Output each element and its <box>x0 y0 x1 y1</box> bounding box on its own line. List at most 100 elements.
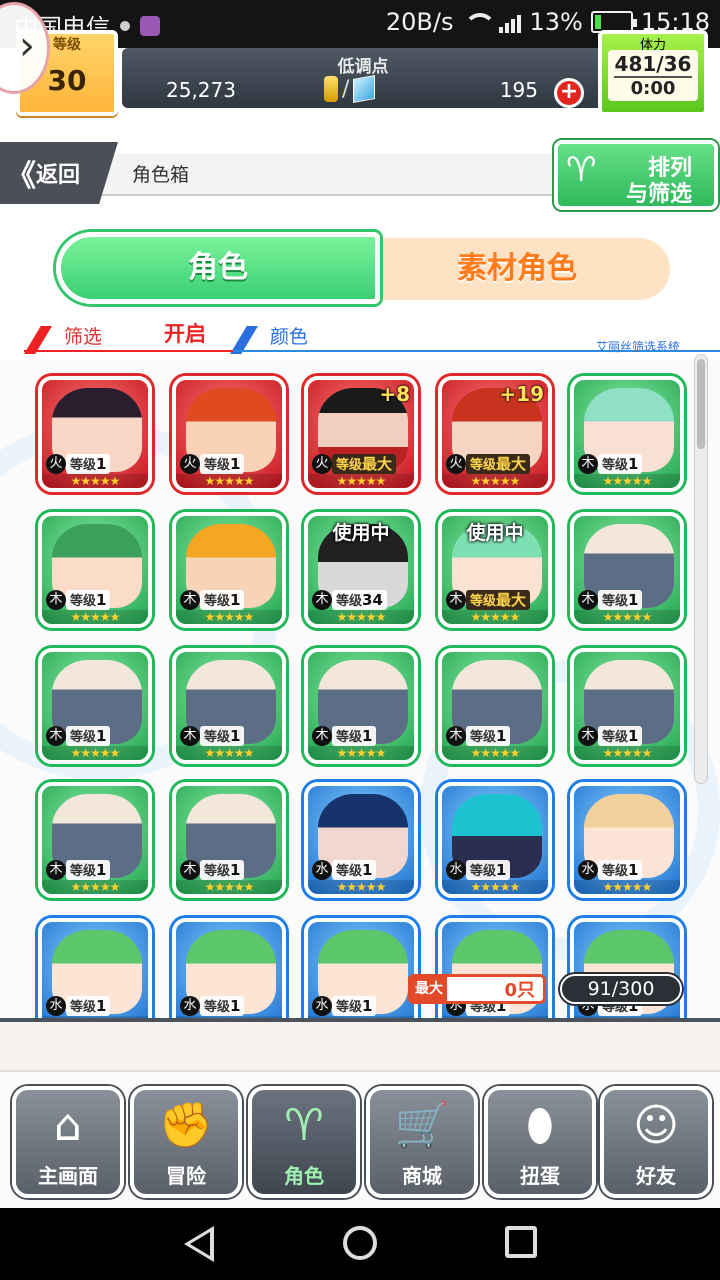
level-prefix: 等级 <box>204 458 231 473</box>
character-card[interactable]: 木等级1 ★★★★★ <box>304 648 418 764</box>
character-card[interactable]: 水等级1★★★★★ <box>304 918 418 1020</box>
currency-bar: 低调点 25,273 / 195 + <box>122 48 604 108</box>
level-value: 1 <box>96 455 107 473</box>
star-rating: ★★★★★ <box>308 610 414 624</box>
card-level: 等级1 <box>66 726 111 746</box>
card-level: 等级1 <box>200 996 245 1016</box>
star-rating: ★★★★★ <box>42 474 148 488</box>
character-card[interactable]: 水等级1★★★★★ <box>570 918 684 1020</box>
character-card[interactable]: 水等级1★★★★★ <box>438 918 552 1020</box>
buy-gems-button[interactable]: + <box>554 78 584 108</box>
level-prefix: 等级 <box>470 864 497 879</box>
breadcrumb: 角色箱 <box>132 164 190 186</box>
level-value: 1 <box>230 455 241 473</box>
nav-button-egg[interactable]: ⬮ 扭蛋 <box>484 1086 596 1198</box>
character-card[interactable]: 木等级1 ★★★★★ <box>172 648 286 764</box>
nav-button-handshake[interactable]: ✊ 冒险 <box>130 1086 242 1198</box>
character-card[interactable]: 火等级最大 ★★★★★ +8 <box>304 376 418 492</box>
level-value: 34 <box>362 591 383 609</box>
level-value: 1 <box>628 861 639 879</box>
network-speed: 20B/s <box>385 8 454 36</box>
star-rating: ★★★★★ <box>176 880 282 894</box>
in-use-label: 使用中 <box>466 522 524 544</box>
card-level: 等级1 <box>332 996 377 1016</box>
filter-row: 筛选 开启 颜色 艾丽丝筛选系统 <box>24 318 720 358</box>
character-card[interactable]: 火等级1 ★★★★★ <box>38 376 152 492</box>
nav-button-friends[interactable]: ☺ 好友 <box>600 1086 712 1198</box>
character-card[interactable]: 木等级34 ★★★★★ 使用中 <box>304 512 418 628</box>
card-level: 等级1 <box>200 726 245 746</box>
level-value: 1 <box>628 727 639 745</box>
sort-label-line2: 与筛选 <box>626 182 693 207</box>
nav-button-cart[interactable]: 🛒 商城 <box>366 1086 478 1198</box>
level-prefix: 等级 <box>204 594 231 609</box>
character-card[interactable]: 水等级1★★★★★ <box>570 782 684 898</box>
tab-material-characters[interactable]: 素材角色 <box>364 238 670 300</box>
nav-label: 扭蛋 <box>520 1164 560 1188</box>
character-card[interactable]: 水等级1★★★★★ <box>172 918 286 1020</box>
level-prefix: 等级 <box>336 1000 363 1015</box>
level-value: 1 <box>628 455 639 473</box>
character-card[interactable]: 水等级1★★★★★ <box>438 782 552 898</box>
box-capacity: 91/300 <box>560 974 682 1004</box>
star-rating: ★★★★★ <box>176 474 282 488</box>
star-rating: ★★★★★ <box>42 610 148 624</box>
filter-divider <box>24 350 720 352</box>
character-card[interactable]: 木等级1 ★★★★★ <box>172 782 286 898</box>
level-prefix: 等级 <box>470 730 497 745</box>
element-icon: 木 <box>578 454 598 474</box>
star-rating: ★★★★★ <box>574 880 680 894</box>
in-use-label: 使用中 <box>332 522 390 544</box>
level-value: 最大 <box>362 455 393 473</box>
character-card[interactable]: 火等级最大 ★★★★★ +19 <box>438 376 552 492</box>
nav-button-home[interactable]: ⌂ 主画面 <box>12 1086 124 1198</box>
back-button[interactable]: 《 返回 <box>0 142 118 204</box>
character-card[interactable]: 木等级1 ★★★★★ <box>38 512 152 628</box>
character-grid[interactable]: 火等级1 ★★★★★ 火等级1 ★★★★★ 火等级最大 ★★★★★ +8 火等级最大 ★★★★★… <box>0 360 720 1020</box>
card-level: 等级1 <box>332 860 377 880</box>
filter-state[interactable]: 开启 <box>164 318 206 348</box>
character-card[interactable]: 木等级最大 ★★★★★ 使用中 <box>438 512 552 628</box>
navigation-row: 《 返回 角色箱 ♈ 排列 与筛选 <box>0 140 720 210</box>
character-card[interactable]: 木等级1 ★★★★★ <box>438 648 552 764</box>
grid-scrollbar[interactable] <box>694 354 708 784</box>
element-icon: 水 <box>312 996 332 1016</box>
character-card[interactable]: 火等级1 ★★★★★ <box>172 376 286 492</box>
character-card[interactable]: 水等级1★★★★★ <box>38 918 152 1020</box>
plus-bonus-badge: +19 <box>499 382 544 406</box>
scrollbar-thumb[interactable] <box>697 359 705 449</box>
character-card[interactable]: 水等级1★★★★★ <box>304 782 418 898</box>
card-level: 等级1 <box>598 454 643 474</box>
level-value: 1 <box>362 727 373 745</box>
home-circle-icon[interactable] <box>343 1226 377 1260</box>
recents-square-icon[interactable] <box>505 1226 537 1258</box>
card-level: 等级1 <box>598 590 643 610</box>
character-card[interactable]: 木等级1 ★★★★★ <box>570 512 684 628</box>
max-tag: 最大 <box>411 977 447 1001</box>
color-filter-label[interactable]: 颜色 <box>270 322 308 349</box>
star-rating: ★★★★★ <box>308 880 414 894</box>
nav-button-rabbit[interactable]: ♈ 角色 <box>248 1086 360 1198</box>
character-card[interactable]: 木等级1 ★★★★★ <box>172 512 286 628</box>
back-triangle-icon[interactable] <box>184 1226 214 1262</box>
filter-label[interactable]: 筛选 <box>64 322 102 349</box>
card-level: 等级最大 <box>466 590 531 610</box>
tab-characters[interactable]: 角色 <box>56 232 380 304</box>
character-card[interactable]: 木等级1 ★★★★★ <box>38 782 152 898</box>
stamina-label: 体力 <box>639 38 666 53</box>
level-value: 1 <box>362 861 373 879</box>
star-rating: ★★★★★ <box>574 610 680 624</box>
level-value: 1 <box>96 727 107 745</box>
element-icon: 木 <box>46 590 66 610</box>
level-prefix: 等级 <box>336 864 363 879</box>
element-icon: 木 <box>578 590 598 610</box>
element-icon: 火 <box>46 454 66 474</box>
rabbit-icon: ♈ <box>566 150 597 190</box>
character-card[interactable]: 木等级1 ★★★★★ <box>570 376 684 492</box>
character-card[interactable]: 木等级1 ★★★★★ <box>38 648 152 764</box>
sort-filter-button[interactable]: ♈ 排列 与筛选 <box>554 140 718 210</box>
level-prefix: 等级 <box>204 864 231 879</box>
character-card[interactable]: 木等级1 ★★★★★ <box>570 648 684 764</box>
card-level: 等级1 <box>598 860 643 880</box>
element-icon: 火 <box>446 454 466 474</box>
